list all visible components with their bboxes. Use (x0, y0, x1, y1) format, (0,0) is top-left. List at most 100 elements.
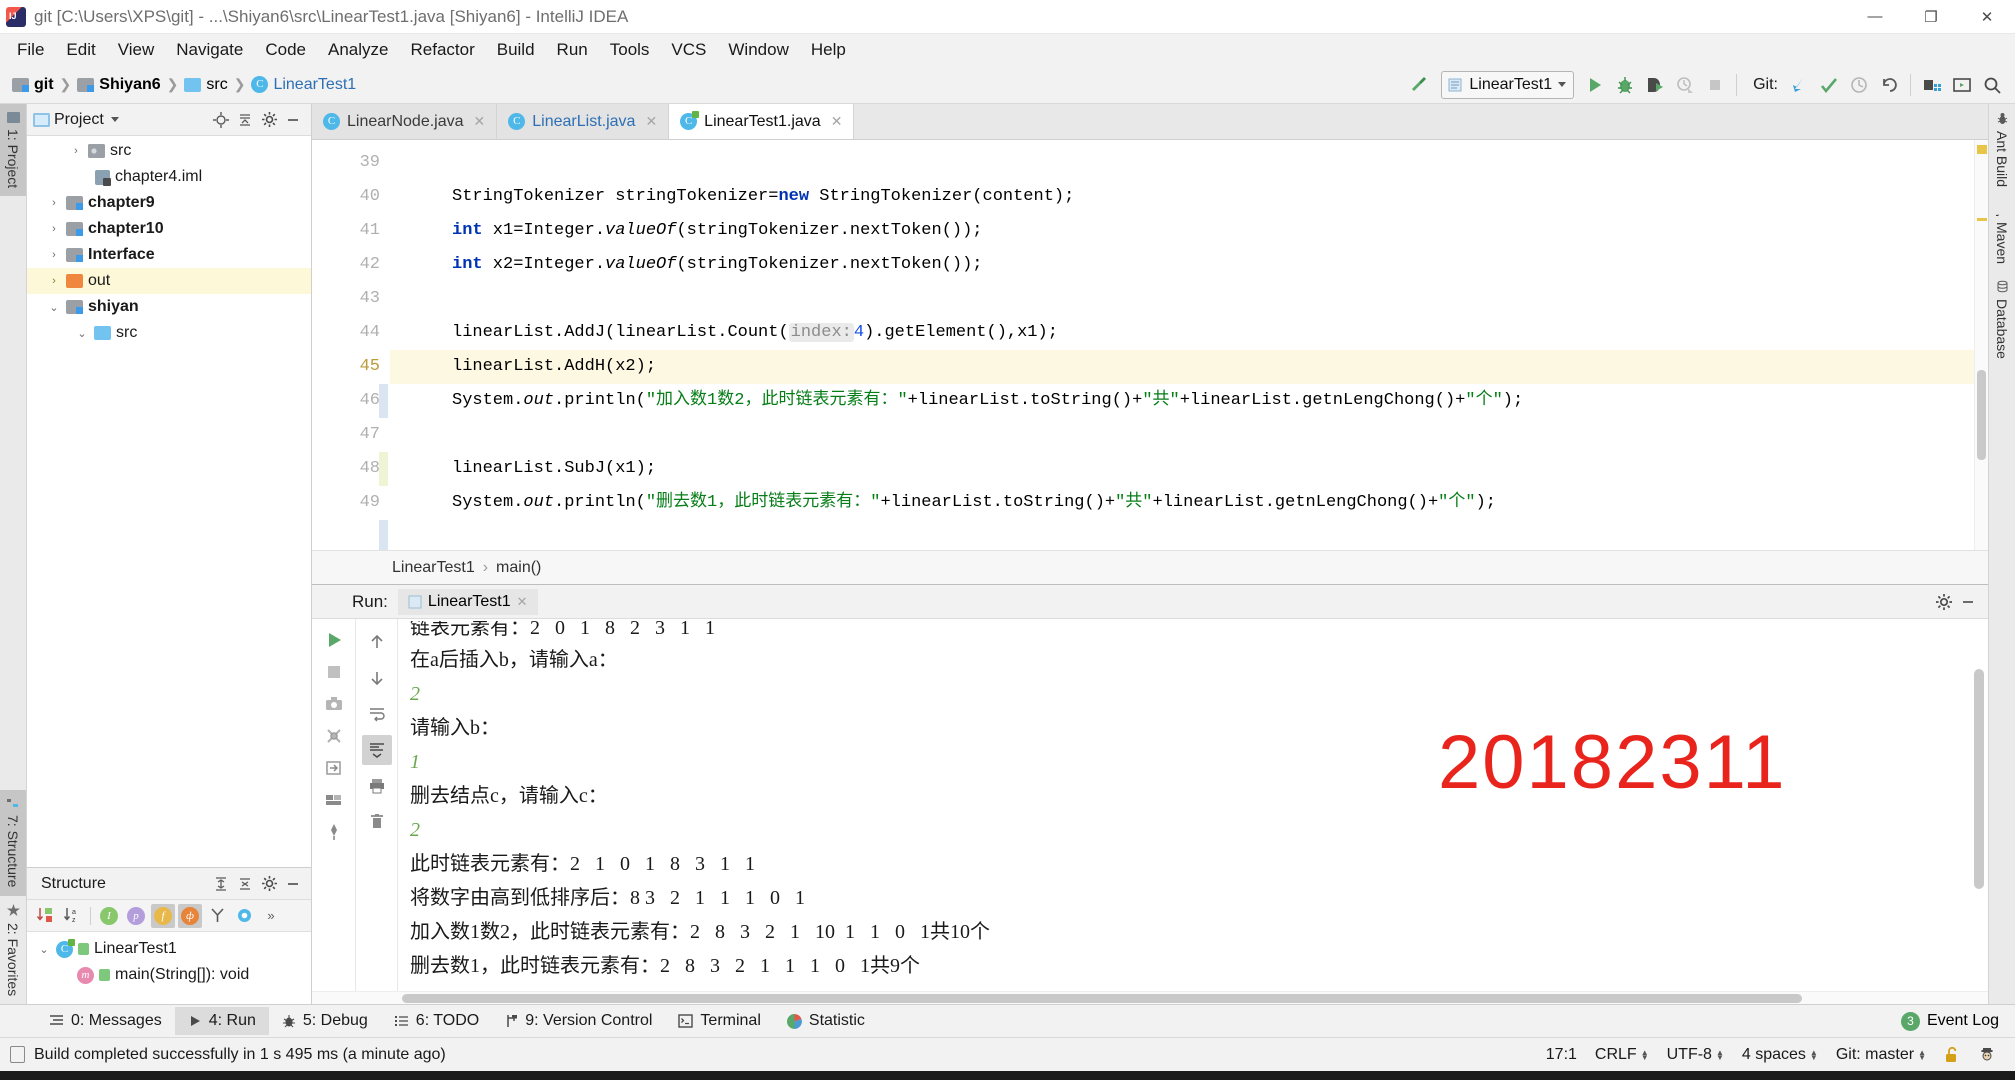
menu-help[interactable]: Help (800, 36, 857, 64)
settings-gear-button[interactable] (319, 721, 349, 751)
git-revert-button[interactable] (1874, 70, 1904, 100)
breadcrumb-git[interactable]: git (8, 74, 58, 96)
editor-marker-bar[interactable] (1974, 140, 1988, 550)
soft-wrap-button[interactable] (362, 699, 392, 729)
console-hscroll-thumb[interactable] (402, 994, 1802, 1003)
menu-build[interactable]: Build (486, 36, 546, 64)
print-button[interactable] (362, 771, 392, 801)
make-project-button[interactable] (1405, 70, 1435, 100)
breadcrumb-lineartest1[interactable]: C LinearTest1 (247, 74, 360, 96)
expand-all-icon[interactable] (209, 872, 233, 896)
tab-lineartest1-java[interactable]: C LinearTest1.java ✕ (669, 104, 855, 139)
show-properties-icon[interactable]: p (124, 904, 148, 928)
git-history-button[interactable] (1844, 70, 1874, 100)
search-icon[interactable] (1977, 70, 2007, 100)
console-horizontal-scrollbar[interactable] (312, 991, 1988, 1004)
maximize-button[interactable]: ❐ (1903, 0, 1959, 34)
tool-window-todo[interactable]: 6: TODO (381, 1007, 492, 1035)
structure-tree[interactable]: ⌄ C LinearTest1 m main(String[]): void (27, 932, 311, 1004)
line-separator-selector[interactable]: CRLF ▲ ▼ (1586, 1043, 1658, 1067)
chevron-right-icon[interactable]: › (47, 223, 61, 235)
collapse-all-icon[interactable] (233, 108, 257, 132)
structure-row-method[interactable]: m main(String[]): void (27, 962, 311, 988)
console-scrollbar-thumb[interactable] (1974, 669, 1984, 889)
minimize-icon[interactable] (281, 872, 305, 896)
rerun-button[interactable] (319, 625, 349, 655)
sidebar-item-database[interactable]: Database (1989, 272, 2015, 367)
scroll-to-end-button[interactable] (361, 735, 392, 765)
code-editor[interactable]: 39 40 41 42 43 44 45 46 47 48 49 StringT… (312, 140, 1988, 550)
tool-window-run[interactable]: 4: Run (174, 1007, 269, 1035)
chevron-right-icon[interactable]: › (47, 275, 61, 287)
tree-row-out[interactable]: › out (27, 268, 311, 294)
git-commit-button[interactable] (1814, 70, 1844, 100)
tool-window-debug[interactable]: 5: Debug (269, 1007, 381, 1035)
breadcrumb-method[interactable]: main() (496, 559, 541, 577)
scroll-from-source-icon[interactable] (209, 108, 233, 132)
show-anonymous-icon[interactable] (232, 904, 256, 928)
tool-window-messages[interactable]: 0: Messages (36, 1007, 175, 1035)
menu-vcs[interactable]: VCS (660, 36, 717, 64)
tool-window-terminal[interactable]: Terminal (665, 1007, 773, 1035)
sort-alphabetically-icon[interactable]: az (60, 904, 84, 928)
menu-navigate[interactable]: Navigate (165, 36, 254, 64)
menu-analyze[interactable]: Analyze (317, 36, 399, 64)
sidebar-item-project[interactable]: 1: Project (0, 104, 26, 197)
breadcrumb-shiyan6[interactable]: Shiyan6 (73, 74, 164, 96)
show-inherited-icon[interactable]: I (97, 904, 121, 928)
code-text[interactable]: StringTokenizer stringTokenizer=new Stri… (390, 140, 1974, 550)
minimize-icon[interactable] (1956, 590, 1980, 614)
profiler-button[interactable] (1670, 70, 1700, 100)
project-tree[interactable]: › src chapter4.iml › chapter9 › chapter1… (27, 136, 311, 867)
warning-marker[interactable] (1977, 218, 1987, 221)
tab-linearlist-java[interactable]: C LinearList.java ✕ (497, 104, 670, 139)
more-icon[interactable]: » (259, 904, 283, 928)
editor-scrollbar-thumb[interactable] (1977, 370, 1986, 460)
run-with-coverage-button[interactable] (1640, 70, 1670, 100)
debug-button[interactable] (1610, 70, 1640, 100)
tree-row-chapter10[interactable]: › chapter10 (27, 216, 311, 242)
show-fields-icon[interactable]: f (151, 903, 175, 928)
menu-window[interactable]: Window (717, 36, 799, 64)
chevron-down-icon[interactable]: ⌄ (37, 943, 51, 956)
warning-marker[interactable] (1977, 145, 1987, 154)
sidebar-item-favorites[interactable]: 2: Favorites (0, 896, 26, 1004)
menu-file[interactable]: File (6, 36, 55, 64)
breadcrumb-src[interactable]: src (180, 74, 231, 96)
tree-row-shiyan-src[interactable]: ⌄ src (27, 320, 311, 346)
sidebar-item-structure[interactable]: 7: Structure (0, 790, 26, 896)
group-methods-icon[interactable] (205, 904, 229, 928)
breakpoints-button[interactable] (1917, 70, 1947, 100)
gear-icon[interactable] (257, 108, 281, 132)
run-configuration-selector[interactable]: LinearTest1 (1441, 70, 1575, 99)
chevron-down-icon[interactable]: ⌄ (47, 301, 61, 314)
clear-all-button[interactable] (362, 807, 392, 837)
chevron-down-icon[interactable]: ⌄ (75, 327, 89, 340)
chevron-right-icon[interactable]: › (69, 145, 83, 157)
tool-window-version-control[interactable]: 9: Version Control (492, 1007, 665, 1035)
editor-gutter[interactable]: 39 40 41 42 43 44 45 46 47 48 49 (312, 140, 390, 550)
tree-row-chapter9[interactable]: › chapter9 (27, 190, 311, 216)
export-button[interactable] (319, 753, 349, 783)
menu-tools[interactable]: Tools (599, 36, 661, 64)
structure-row-class[interactable]: ⌄ C LinearTest1 (27, 936, 311, 962)
tree-row-shiyan[interactable]: ⌄ shiyan (27, 294, 311, 320)
hector-inspector-icon[interactable] (1969, 1043, 2005, 1067)
chevron-right-icon[interactable]: › (47, 249, 61, 261)
tree-row-interface[interactable]: › Interface (27, 242, 311, 268)
menu-edit[interactable]: Edit (55, 36, 106, 64)
run-tab-lineartest1[interactable]: LinearTest1 ✕ (397, 588, 538, 615)
unlocked-padlock-icon[interactable] (1935, 1043, 1969, 1067)
layout-button[interactable] (319, 785, 349, 815)
gutter-fold-strip[interactable] (377, 140, 390, 550)
gear-icon[interactable] (257, 872, 281, 896)
scroll-down-button[interactable] (362, 663, 392, 693)
tree-row-src[interactable]: › src (27, 138, 311, 164)
minimize-icon[interactable] (281, 108, 305, 132)
chevron-down-icon[interactable] (110, 117, 119, 122)
git-branch-selector[interactable]: Git: master ▲ ▼ (1827, 1043, 1935, 1067)
run-button[interactable] (1580, 70, 1610, 100)
sidebar-item-ant-build[interactable]: Ant Build (1989, 104, 2015, 195)
breadcrumb-class[interactable]: LinearTest1 (392, 559, 475, 577)
close-icon[interactable]: ✕ (645, 113, 657, 130)
